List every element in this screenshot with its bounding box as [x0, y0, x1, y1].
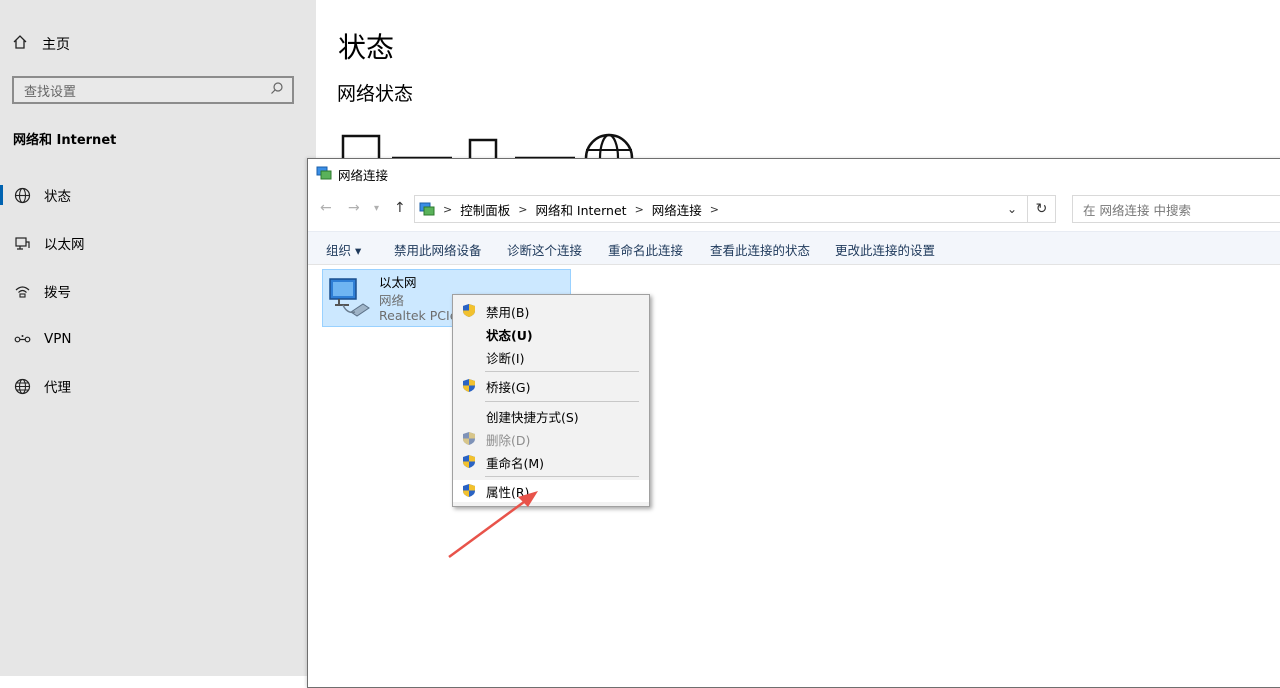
menu-item-properties[interactable]: 属性(R) — [453, 480, 649, 502]
command-bar: 组织 ▾ 禁用此网络设备 诊断这个连接 重命名此连接 查看此连接的状态 更改此连… — [308, 231, 1280, 265]
menu-item-label: 诊断(I) — [486, 350, 525, 366]
window-title: 网络连接 — [338, 168, 389, 183]
section-title: 网络和 Internet — [13, 133, 117, 148]
menu-item-label: 重命名(M) — [486, 455, 545, 471]
refresh-icon[interactable]: ↻ — [1028, 195, 1056, 223]
menu-item-label: 状态(U) — [486, 327, 533, 343]
menu-separator — [485, 371, 639, 372]
sidebar-item-vpn[interactable]: VPN — [0, 324, 316, 354]
uac-shield-icon — [462, 483, 476, 501]
context-menu: 禁用(B) 状态(U) 诊断(I) 桥接(G) 创建快捷方式(S) 删除(D) … — [452, 294, 650, 507]
sidebar-item-ethernet[interactable]: 以太网 — [0, 228, 316, 258]
connection-device: Realtek PCIe — [379, 308, 458, 323]
vpn-icon — [13, 330, 31, 348]
network-connections-icon — [316, 165, 332, 184]
settings-search-placeholder: 查找设置 — [24, 84, 77, 100]
folder-search-placeholder: 在 网络连接 中搜索 — [1083, 202, 1191, 218]
network-adapter-icon — [327, 274, 373, 324]
rename-button[interactable]: 重命名此连接 — [608, 240, 683, 259]
recent-locations-chevron-icon[interactable]: ▾ — [374, 203, 379, 214]
menu-item-disable[interactable]: 禁用(B) — [453, 300, 649, 322]
menu-item-delete: 删除(D) — [453, 428, 649, 450]
connection-status: 网络 — [379, 293, 405, 308]
menu-separator — [485, 476, 639, 477]
uac-shield-icon — [462, 378, 476, 396]
dialup-icon — [13, 282, 31, 300]
sidebar-item-label: 代理 — [44, 380, 71, 396]
change-settings-button[interactable]: 更改此连接的设置 — [835, 240, 935, 259]
menu-item-label: 创建快捷方式(S) — [486, 409, 579, 425]
address-dropdown-chevron-icon[interactable]: ⌄ — [1007, 202, 1017, 216]
diagnose-button[interactable]: 诊断这个连接 — [507, 240, 582, 259]
sidebar-item-proxy[interactable]: 代理 — [0, 371, 316, 401]
forward-arrow-icon[interactable]: → — [348, 200, 360, 216]
control-panel-icon — [419, 201, 435, 217]
menu-item-diagnose[interactable]: 诊断(I) — [453, 346, 649, 368]
sidebar-item-label: VPN — [44, 331, 72, 347]
window-titlebar: 网络连接 — [316, 165, 388, 184]
globe-icon — [13, 377, 31, 395]
menu-item-bridge[interactable]: 桥接(G) — [453, 375, 649, 397]
menu-item-label: 禁用(B) — [486, 304, 530, 320]
breadcrumb-separator-icon[interactable]: > — [518, 203, 527, 216]
sidebar-item-status[interactable]: 状态 — [0, 180, 316, 210]
menu-item-label: 删除(D) — [486, 432, 531, 448]
disable-device-button[interactable]: 禁用此网络设备 — [394, 240, 482, 259]
network-status-heading: 网络状态 — [337, 83, 414, 105]
selection-indicator — [0, 185, 3, 205]
uac-shield-icon — [462, 454, 476, 472]
home-icon — [12, 34, 28, 54]
menu-item-create-shortcut[interactable]: 创建快捷方式(S) — [453, 405, 649, 427]
menu-item-rename[interactable]: 重命名(M) — [453, 451, 649, 473]
address-bar[interactable]: > 控制面板 > 网络和 Internet > 网络连接 > ⌄ — [414, 195, 1028, 223]
globe-status-icon — [13, 186, 31, 204]
sidebar-item-label: 拨号 — [44, 285, 71, 301]
sidebar-item-label: 状态 — [44, 189, 71, 205]
sidebar-item-dialup[interactable]: 拨号 — [0, 276, 316, 306]
ethernet-icon — [13, 234, 31, 252]
breadcrumb-control-panel[interactable]: 控制面板 — [460, 200, 510, 219]
breadcrumb-network-connections[interactable]: 网络连接 — [652, 200, 702, 219]
uac-shield-icon — [462, 431, 476, 449]
home-nav-item[interactable]: 主页 — [12, 34, 70, 54]
settings-sidebar: 主页 查找设置 网络和 Internet 状态 以太网 拨号 VPN 代理 — [0, 0, 316, 676]
organize-button[interactable]: 组织 ▾ — [326, 240, 361, 259]
back-arrow-icon[interactable]: ← — [320, 200, 332, 216]
page-title: 状态 — [338, 31, 395, 64]
up-arrow-icon[interactable]: ↑ — [394, 200, 406, 216]
sidebar-item-label: 以太网 — [44, 237, 85, 253]
menu-separator — [485, 401, 639, 402]
menu-item-status[interactable]: 状态(U) — [453, 323, 649, 345]
connection-name: 以太网 — [379, 275, 417, 290]
breadcrumb-network-internet[interactable]: 网络和 Internet — [535, 200, 626, 219]
breadcrumb-separator-icon: > — [443, 202, 453, 216]
menu-item-label: 属性(R) — [486, 484, 530, 500]
breadcrumb-separator-icon[interactable]: > — [710, 203, 719, 216]
search-icon — [270, 81, 284, 99]
view-status-button[interactable]: 查看此连接的状态 — [710, 240, 810, 259]
uac-shield-icon — [462, 303, 476, 321]
home-label: 主页 — [42, 37, 70, 53]
settings-search-input[interactable]: 查找设置 — [12, 76, 294, 104]
folder-search-input[interactable]: 在 网络连接 中搜索 — [1072, 195, 1280, 223]
breadcrumb-separator-icon[interactable]: > — [635, 203, 644, 216]
navigation-row: ← → ▾ ↑ > 控制面板 > 网络和 Internet > 网络连接 > ⌄… — [308, 195, 1280, 223]
menu-item-label: 桥接(G) — [486, 379, 531, 395]
